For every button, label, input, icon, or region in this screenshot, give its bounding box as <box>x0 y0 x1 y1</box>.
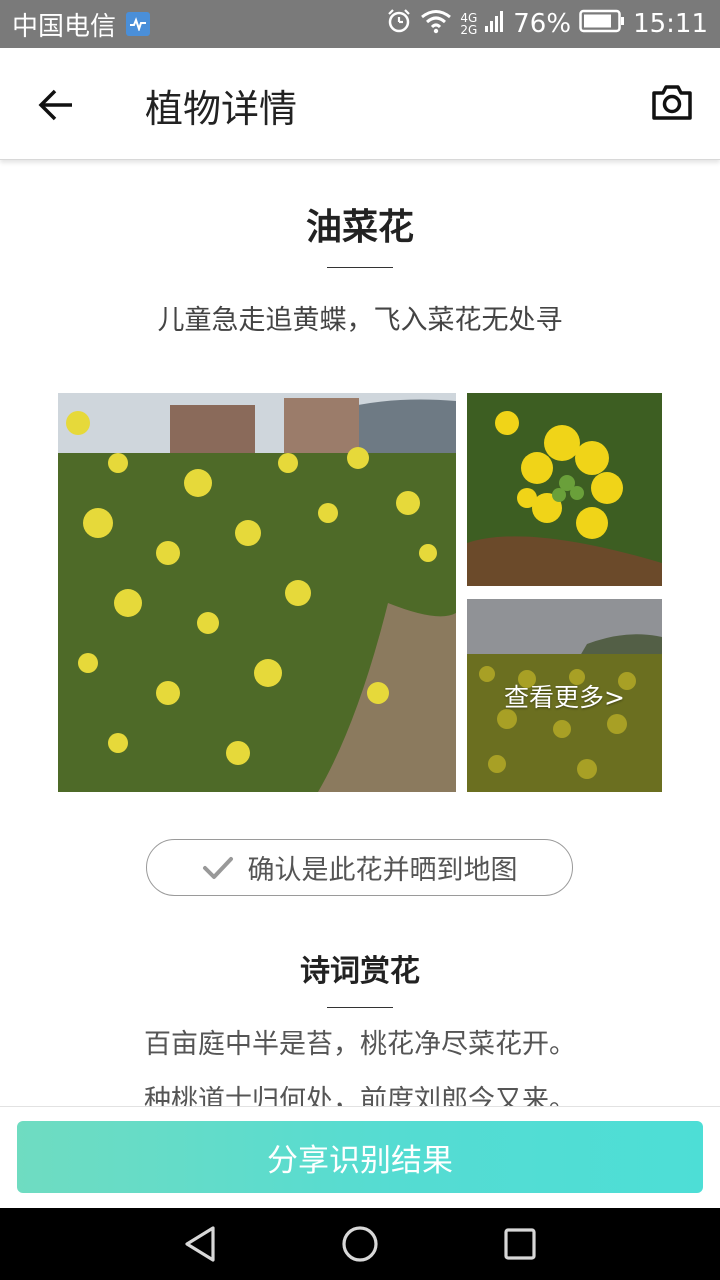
clock-time: 15:11 <box>633 9 708 39</box>
plant-name: 油菜花 <box>305 207 414 248</box>
plant-poem-line: 儿童急走追黄蝶，飞入菜花无处寻 <box>157 305 563 336</box>
plant-detail-screen: 中国电信 4G 2G 76% 15:11 植物详情 油菜花 儿童急走追黄蝶，飞入… <box>0 0 720 1280</box>
flower-closeup-photo[interactable] <box>467 393 662 586</box>
carrier-name: 中国电信 <box>12 11 117 42</box>
square-recents-icon <box>504 1228 536 1260</box>
confirm-flower-label: 确认是此花并晒到地图 <box>247 855 518 886</box>
share-bar: 分享识别结果 <box>0 1106 720 1208</box>
main-plant-photo[interactable] <box>58 393 456 792</box>
share-result-button[interactable]: 分享识别结果 <box>17 1121 703 1193</box>
battery-icon <box>579 9 625 40</box>
signal-icon <box>485 8 505 41</box>
view-more-photo[interactable]: 查看更多> <box>467 599 662 792</box>
status-bar: 中国电信 4G 2G 76% 15:11 <box>0 0 720 48</box>
battery-percent: 76% <box>513 9 572 39</box>
back-button[interactable] <box>30 80 82 130</box>
status-bar-right: 4G 2G 76% 15:11 <box>386 8 708 41</box>
arrow-left-icon <box>38 89 72 121</box>
circle-home-icon <box>342 1226 378 1262</box>
health-app-icon <box>126 12 151 36</box>
page-title: 植物详情 <box>145 87 298 131</box>
network-type-bottom: 2G <box>460 23 478 37</box>
camera-icon <box>652 85 692 120</box>
status-bar-left: 中国电信 <box>12 6 151 43</box>
wifi-icon <box>420 8 452 41</box>
view-more-link[interactable]: 查看更多> <box>467 599 662 792</box>
system-nav-bar <box>0 1208 720 1280</box>
alarm-icon <box>386 8 412 41</box>
nav-home-button[interactable] <box>340 1224 380 1264</box>
poem-verse-line: 百亩庭中半是苔，桃花净尽菜花开。 <box>144 1029 576 1060</box>
network-type: 4G 2G <box>460 12 477 36</box>
app-header: 植物详情 <box>0 48 720 160</box>
confirm-flower-button[interactable]: 确认是此花并晒到地图 <box>146 839 573 896</box>
triangle-back-icon <box>185 1226 215 1262</box>
title-divider <box>327 267 393 268</box>
checkmark-icon <box>202 856 233 879</box>
nav-back-button[interactable] <box>180 1224 220 1264</box>
poetry-divider <box>327 1007 393 1008</box>
poetry-section-title: 诗词赏花 <box>300 954 420 989</box>
nav-recents-button[interactable] <box>500 1224 540 1264</box>
camera-button[interactable] <box>650 80 694 124</box>
